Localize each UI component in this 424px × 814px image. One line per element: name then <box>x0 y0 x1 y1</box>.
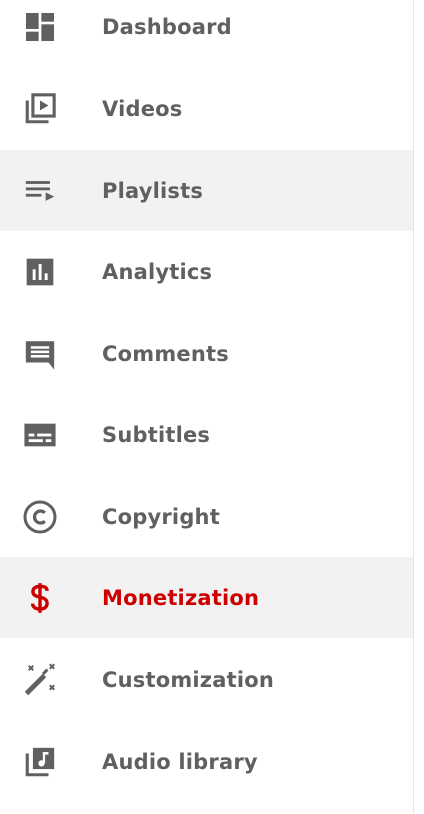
sidebar-item-copyright[interactable]: Copyright <box>0 476 413 557</box>
sidebar-item-label: Customization <box>102 667 275 692</box>
dollar-icon <box>22 580 58 616</box>
sidebar-item-customization[interactable]: Customization <box>0 639 413 720</box>
dashboard-icon <box>22 9 58 45</box>
sidebar-item-label: Monetization <box>102 585 260 610</box>
sidebar-item-label: Videos <box>102 96 183 121</box>
copyright-icon <box>22 499 58 535</box>
sidebar-item-label: Dashboard <box>102 14 232 39</box>
sidebar-item-analytics[interactable]: Analytics <box>0 231 413 312</box>
sidebar-item-label: Subtitles <box>102 422 211 447</box>
sidebar-item-label: Audio library <box>102 749 258 774</box>
video-library-icon <box>22 91 58 127</box>
magic-wand-icon <box>22 662 58 698</box>
sidebar-item-subtitles[interactable]: Subtitles <box>0 394 413 475</box>
playlist-icon <box>22 173 58 209</box>
subtitles-icon <box>22 417 58 453</box>
sidebar-item-dashboard[interactable]: Dashboard <box>0 0 413 67</box>
sidebar-item-videos[interactable]: Videos <box>0 68 413 149</box>
sidebar-item-label: Analytics <box>102 259 213 284</box>
sidebar-item-monetization[interactable]: Monetization <box>0 557 413 638</box>
sidebar-item-comments[interactable]: Comments <box>0 313 413 394</box>
sidebar-item-label: Comments <box>102 341 229 366</box>
sidebar-item-label: Copyright <box>102 504 220 529</box>
analytics-icon <box>22 254 58 290</box>
sidebar-item-playlists[interactable]: Playlists <box>0 150 413 231</box>
sidebar-item-label: Playlists <box>102 178 204 203</box>
sidebar-item-audio-library[interactable]: Audio library <box>0 721 413 802</box>
comment-icon <box>22 336 58 372</box>
studio-sidebar: Dashboard Videos Playlists Analytics Com… <box>0 0 414 814</box>
music-library-icon <box>22 744 58 780</box>
